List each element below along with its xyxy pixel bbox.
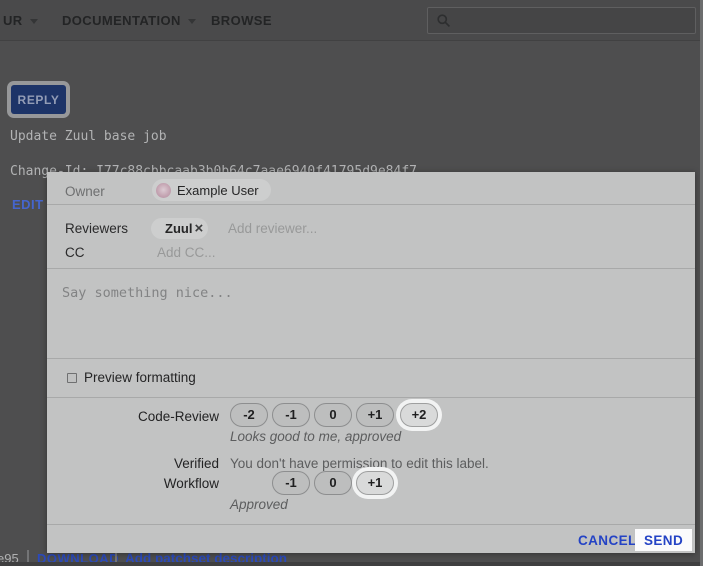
edit-link[interactable]: EDIT [12,197,44,212]
divider [47,358,695,359]
search-icon [436,13,451,28]
workflow-label: Workflow [47,476,219,491]
top-nav: UR DOCUMENTATION BROWSE [0,0,703,41]
cancel-button[interactable]: CANCEL [578,533,637,548]
remove-reviewer-icon[interactable]: × [194,221,203,236]
divider [47,204,695,205]
code-review-label: Code-Review [47,409,219,424]
avatar-icon [156,183,171,198]
send-button[interactable]: SEND [635,529,692,551]
code-review-vote-plus1[interactable]: +1 [356,403,394,427]
add-cc-input[interactable] [157,242,307,262]
chevron-down-icon [30,19,38,24]
add-reviewer-input[interactable] [228,218,378,238]
verified-label: Verified [47,456,219,471]
search-input[interactable] [457,8,695,33]
reviewers-label: Reviewers [65,221,128,236]
window-bottom-edge [0,562,703,566]
verified-permission-message: You don't have permission to edit this l… [230,456,489,471]
chevron-down-icon [188,19,196,24]
comment-textarea[interactable] [47,269,695,358]
nav-menu-documentation-label: DOCUMENTATION [62,13,181,28]
workflow-vote-description: Approved [230,497,288,512]
code-review-vote-minus1[interactable]: -1 [272,403,310,427]
code-review-vote-description: Looks good to me, approved [230,429,401,444]
commit-message-subject: Update Zuul base job [10,129,167,144]
owner-chip-label: Example User [177,183,259,198]
nav-menu-browse-label: BROWSE [211,13,272,28]
divider [47,524,695,525]
cc-label: CC [65,245,85,260]
code-review-vote-plus2[interactable]: +2 [400,403,438,427]
code-review-vote-minus2[interactable]: -2 [230,403,268,427]
nav-menu-your-label: UR [3,13,23,28]
reply-button[interactable]: REPLY [11,85,66,114]
workflow-vote-plus1[interactable]: +1 [356,471,394,495]
workflow-vote-minus1[interactable]: -1 [272,471,310,495]
nav-menu-browse[interactable]: BROWSE [211,0,272,41]
preview-formatting-checkbox[interactable] [67,373,77,383]
divider [47,397,695,398]
code-review-vote-0[interactable]: 0 [314,403,352,427]
search-box[interactable] [427,7,696,34]
preview-formatting-label: Preview formatting [84,370,196,385]
owner-chip[interactable]: Example User [152,179,271,201]
nav-menu-documentation[interactable]: DOCUMENTATION [62,0,196,41]
gerrit-change-screen: UR DOCUMENTATION BROWSE REPLY Update Zuu… [0,0,703,566]
reviewer-chip-label: Zuul [165,221,192,236]
workflow-vote-0[interactable]: 0 [314,471,352,495]
reviewer-chip[interactable]: Zuul × [151,218,208,239]
owner-label: Owner [65,184,105,199]
nav-menu-your[interactable]: UR [3,0,38,41]
reply-dialog: Owner Example User Reviewers Zuul × CC P… [47,172,695,553]
